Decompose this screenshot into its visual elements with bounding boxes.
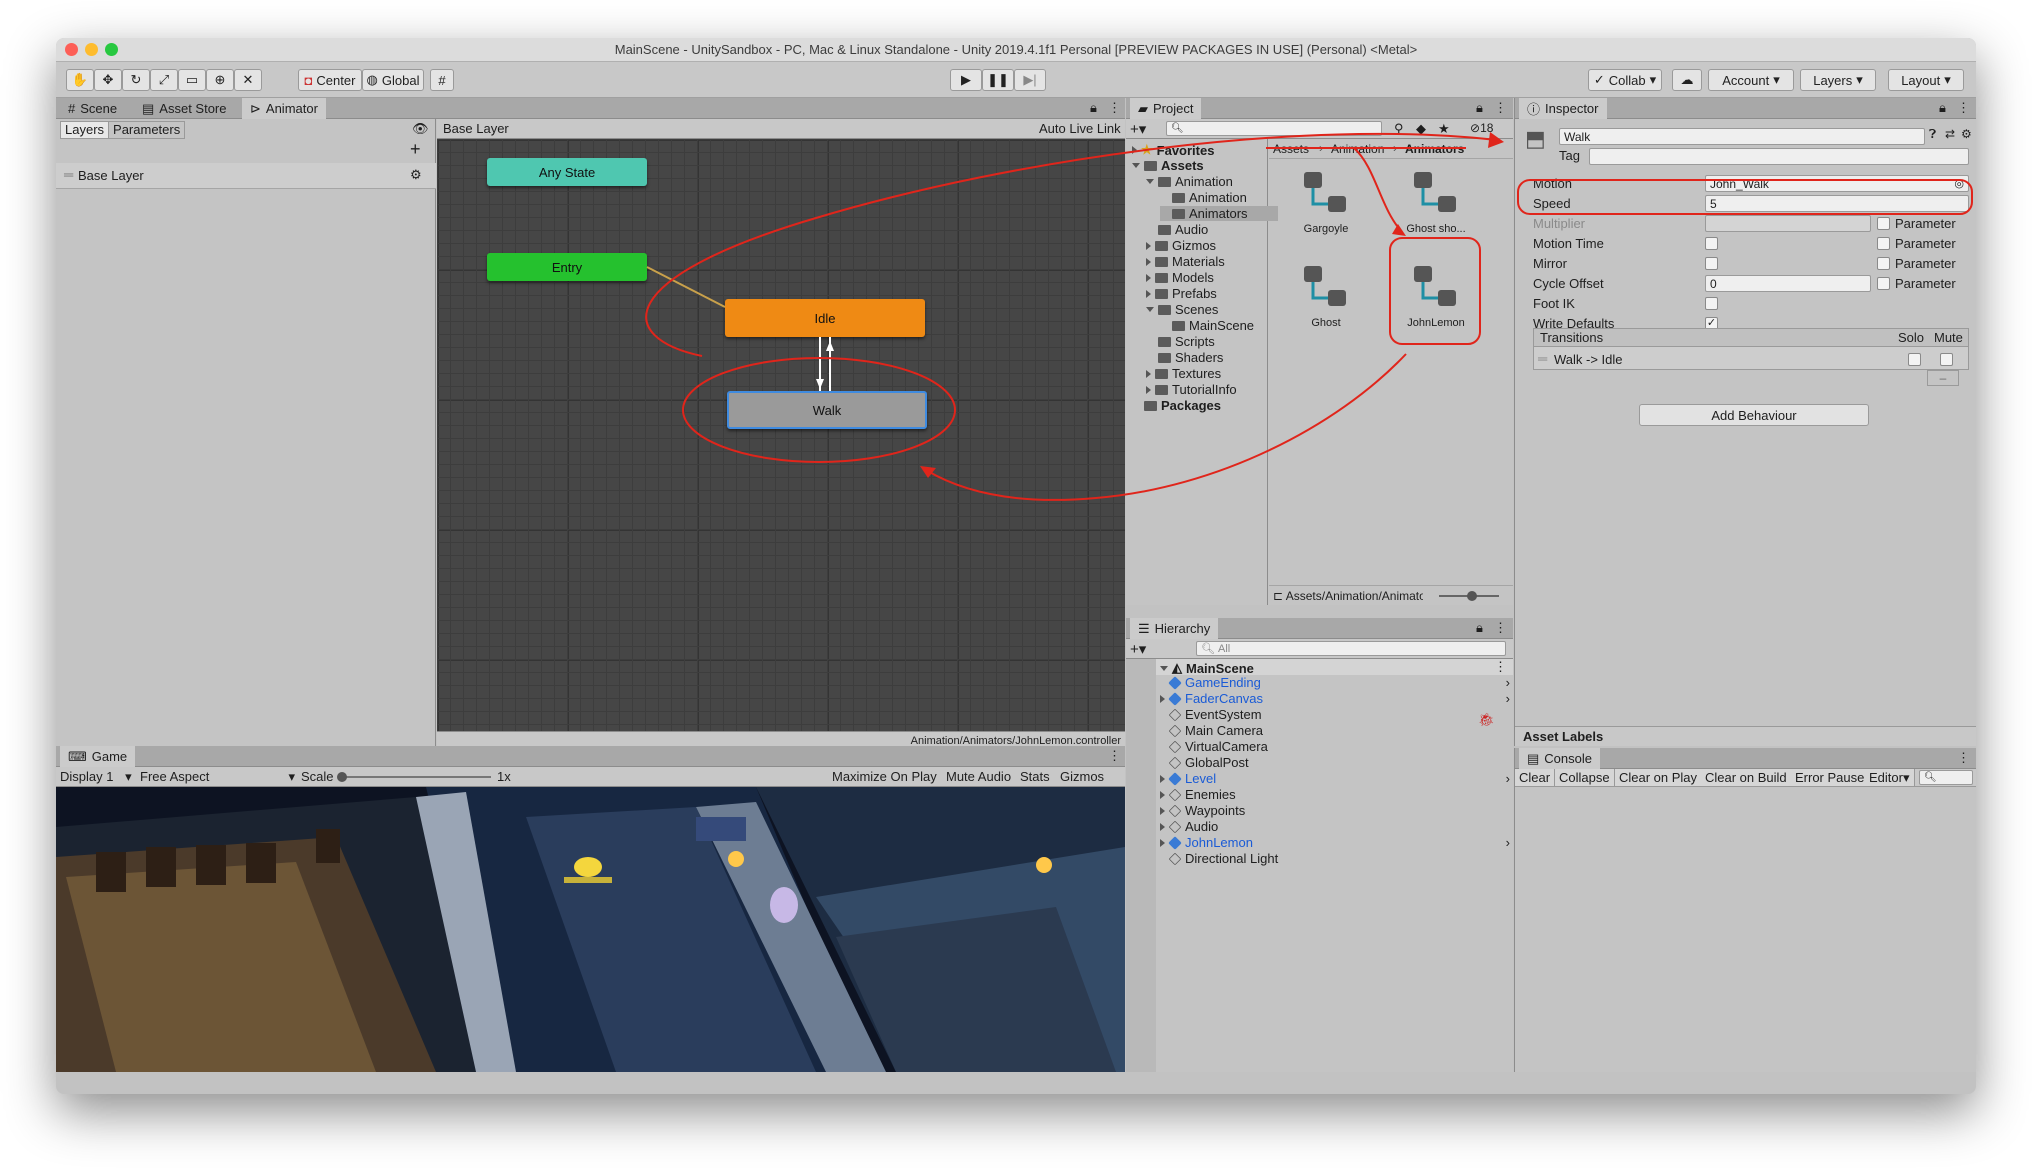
walk-highlight-ellipse	[682, 357, 956, 463]
speed-highlight-box	[1517, 179, 1973, 215]
arrowhead-icon	[1392, 224, 1406, 236]
unity-window: MainScene - UnitySandbox - PC, Mac & Lin…	[56, 38, 1976, 1094]
arrowhead-icon	[1488, 132, 1504, 148]
annotation-arrow-bottom	[925, 353, 1407, 501]
johnlemon-highlight-box	[1389, 237, 1481, 345]
arrowhead-icon	[920, 466, 936, 478]
annotation-arrow-asset	[1353, 147, 1403, 233]
tutorial-annotation-overlay	[645, 132, 1973, 501]
